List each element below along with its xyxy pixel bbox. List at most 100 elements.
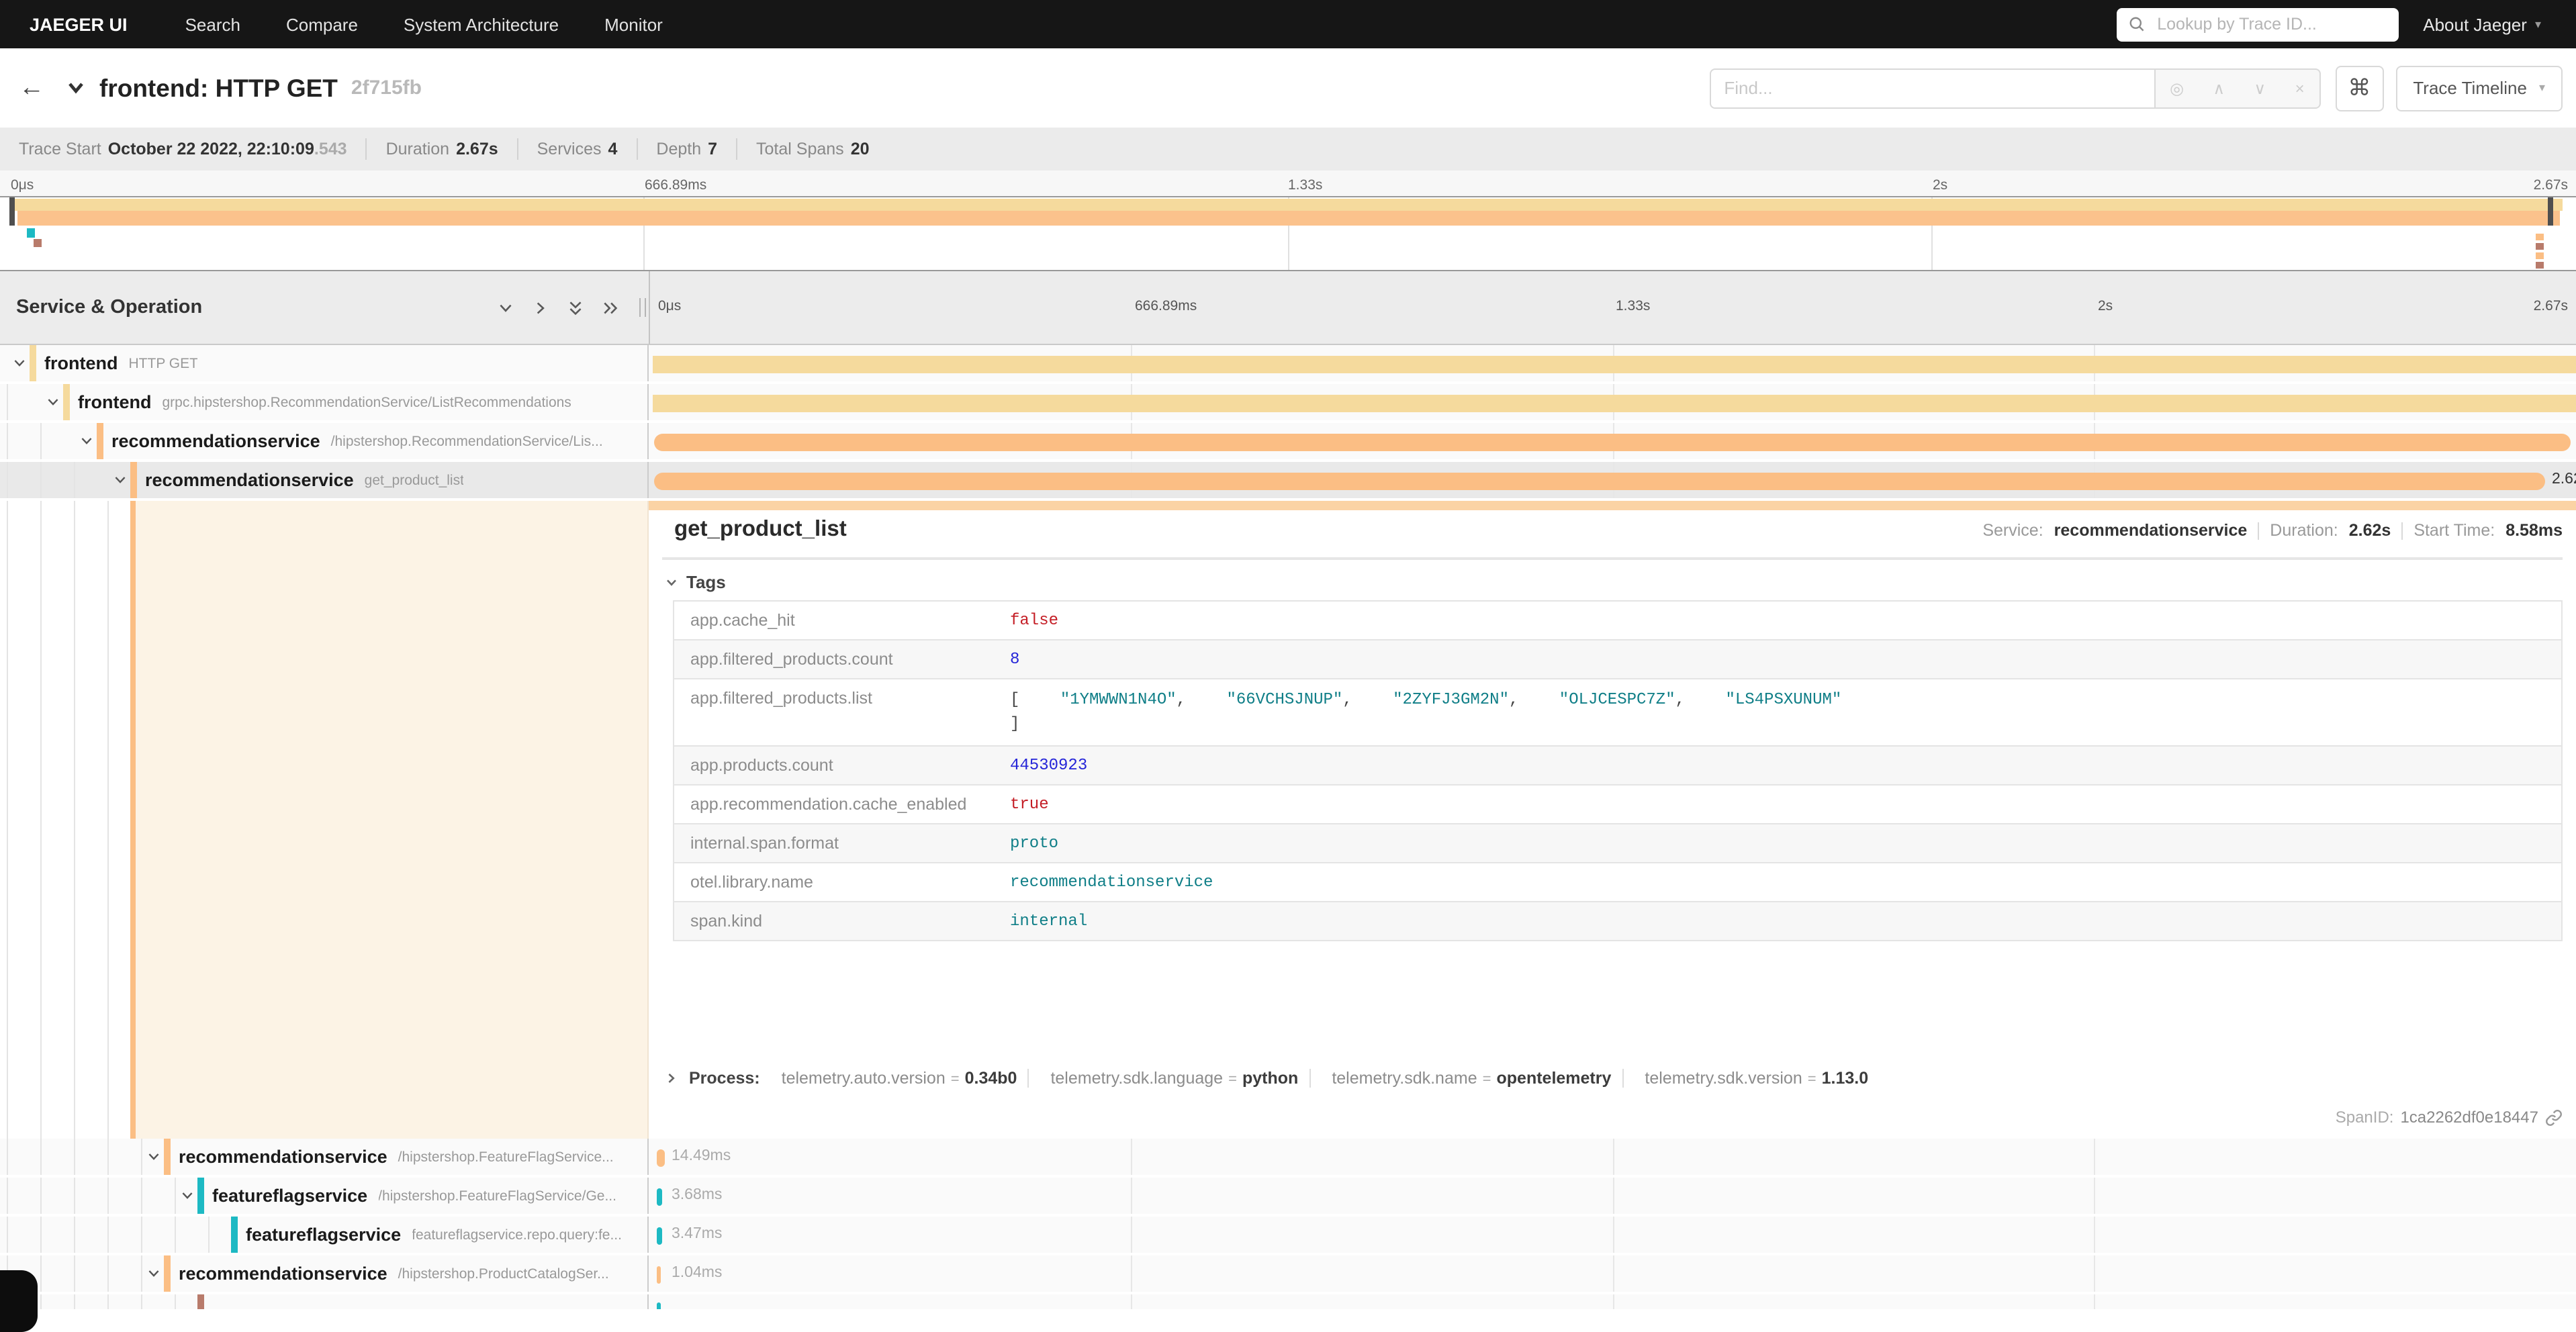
process-tag: telemetry.sdk.version=1.13.0 <box>1634 1069 1879 1088</box>
span-duration-label: 1.04ms <box>672 1265 722 1281</box>
span-detail-meta: Service:recommendationservice Duration:2… <box>1982 521 2563 540</box>
chevron-down-icon[interactable] <box>79 434 94 448</box>
timeline-column-headers: Service & Operation 0μs 666.89ms 1.33s 2… <box>0 271 2576 345</box>
span-row-frontend-http-get[interactable]: frontend HTTP GET <box>0 345 2576 384</box>
chevron-down-icon[interactable] <box>113 473 128 487</box>
span-duration-label: 3.47ms <box>672 1226 722 1242</box>
span-bar[interactable] <box>657 1149 665 1167</box>
span-row-featureflagservice-getflag[interactable]: featureflagservice /hipstershop.FeatureF… <box>0 1178 2576 1217</box>
minimap-left-scrubber[interactable] <box>9 197 15 226</box>
back-arrow-button[interactable]: ← <box>19 73 44 103</box>
minimap-right-scrubber[interactable] <box>2548 197 2553 226</box>
span-row-partial[interactable] <box>0 1294 2576 1309</box>
nav-item-search[interactable]: Search <box>185 14 240 34</box>
trace-services: Services4 <box>518 138 638 160</box>
trace-start: Trace StartOctober 22 2022, 22:10:09.543 <box>0 138 367 160</box>
about-jaeger-menu[interactable]: About Jaeger ▾ <box>2423 14 2541 34</box>
expand-one-icon[interactable] <box>532 299 549 316</box>
top-nav: JAEGER UI Search Compare System Architec… <box>0 0 2576 48</box>
span-bar[interactable] <box>654 434 2571 451</box>
span-bar[interactable] <box>657 1302 661 1309</box>
span-bar[interactable] <box>653 356 2576 373</box>
column-resizer-handle[interactable] <box>639 298 646 317</box>
keyboard-shortcuts-button[interactable]: ⌘ <box>2335 65 2383 111</box>
prev-result-icon[interactable]: ∧ <box>2213 79 2225 97</box>
minimap-span-bar <box>34 239 42 247</box>
trace-id-lookup-input[interactable] <box>2154 13 2387 35</box>
span-row-recommendationservice-productcatalog[interactable]: recommendationservice /hipstershop.Produ… <box>0 1255 2576 1294</box>
collapse-one-icon[interactable] <box>497 299 514 316</box>
span-detail-panel: get_product_list Service:recommendations… <box>649 501 2576 1139</box>
span-row-get-product-list[interactable]: recommendationservice get_product_list 2… <box>0 462 2576 501</box>
span-detail-accent-column <box>0 501 649 1139</box>
app-logo[interactable]: JAEGER UI <box>30 14 128 34</box>
command-icon: ⌘ <box>2348 75 2371 101</box>
find-input[interactable] <box>1709 68 2155 108</box>
span-bar[interactable] <box>653 395 2576 412</box>
chevron-down-icon[interactable] <box>180 1188 195 1203</box>
span-bar[interactable] <box>657 1266 661 1284</box>
span-bar[interactable] <box>657 1227 662 1245</box>
nav-item-monitor[interactable]: Monitor <box>604 14 663 34</box>
timeline-ruler: 0μs 666.89ms 1.33s 2s 2.67s <box>650 271 2576 344</box>
span-detail-row: get_product_list Service:recommendations… <box>0 501 2576 1139</box>
trace-minimap[interactable] <box>0 196 2576 271</box>
jaeger-trace-page: JAEGER UI Search Compare System Architec… <box>0 0 2576 1308</box>
nav-item-compare[interactable]: Compare <box>286 14 358 34</box>
chevron-right-icon <box>665 1072 678 1085</box>
trace-summary-bar: Trace StartOctober 22 2022, 22:10:09.543… <box>0 128 2576 171</box>
process-tag: telemetry.sdk.language=python <box>1040 1069 1310 1088</box>
minimap-span-bar <box>27 228 35 238</box>
process-tag: telemetry.sdk.name=opentelemetry <box>1321 1069 1623 1088</box>
clear-find-icon[interactable]: × <box>2295 79 2305 97</box>
tag-row: app.products.count 44530923 <box>674 747 2561 786</box>
tags-section-toggle[interactable]: Tags <box>665 572 726 592</box>
process-section-toggle[interactable]: Process: telemetry.auto.version=0.34b0 t… <box>665 1069 1879 1088</box>
tag-row: app.cache_hit false <box>674 602 2561 640</box>
span-row-recommendationservice-listrec[interactable]: recommendationservice /hipstershop.Recom… <box>0 423 2576 462</box>
tags-table: app.cache_hit false app.filtered_product… <box>673 600 2563 941</box>
link-icon[interactable] <box>2545 1108 2563 1126</box>
minimap-span-bar <box>13 199 2563 211</box>
scroll-to-top-button[interactable] <box>0 1270 38 1332</box>
search-icon <box>2129 16 2145 32</box>
minimap-span-bar <box>17 211 2560 226</box>
tag-row: app.filtered_products.list [ 1YMWWN1N4O … <box>674 679 2561 747</box>
process-tag: telemetry.auto.version=0.34b0 <box>771 1069 1029 1088</box>
chevron-down-icon: ▾ <box>2535 17 2541 32</box>
span-detail-ghost-bar <box>649 501 2576 510</box>
minimap-span-bar <box>2536 234 2544 240</box>
locate-icon[interactable]: ◎ <box>2170 79 2184 97</box>
collapse-all-icon[interactable] <box>567 299 584 316</box>
span-row-frontend-listrecommendations[interactable]: frontend grpc.hipstershop.Recommendation… <box>0 384 2576 423</box>
span-row-featureflagservice-repo-query[interactable]: featureflagservice featureflagservice.re… <box>0 1217 2576 1255</box>
tag-row: app.filtered_products.count 8 <box>674 640 2561 679</box>
span-bar[interactable] <box>657 1188 662 1206</box>
span-row-featureflagservice-call[interactable]: recommendationservice /hipstershop.Featu… <box>0 1139 2576 1178</box>
nav-item-system-architecture[interactable]: System Architecture <box>404 14 559 34</box>
span-detail-title: get_product_list <box>674 517 847 542</box>
span-bar[interactable] <box>654 473 2545 490</box>
tag-row: span.kind internal <box>674 902 2561 940</box>
minimap-span-bar <box>2536 252 2544 259</box>
next-result-icon[interactable]: ∨ <box>2254 79 2266 97</box>
chevron-down-icon[interactable] <box>12 356 27 371</box>
collapse-trace-chevron-icon[interactable] <box>66 78 86 98</box>
trace-header: ← frontend: HTTP GET 2f715fb ◎ ∧ ∨ × ⌘ T… <box>0 48 2576 128</box>
minimap-span-bar <box>2536 262 2544 269</box>
service-operation-header: Service & Operation <box>0 271 650 344</box>
minimap-span-bar <box>2536 243 2544 250</box>
span-duration-label: 14.49ms <box>672 1148 731 1164</box>
trace-id-lookup[interactable] <box>2117 7 2399 41</box>
minimap-tick-labels: 0μs 666.89ms 1.33s 2s 2.67s <box>0 171 2576 196</box>
expand-all-icon[interactable] <box>602 299 619 316</box>
chevron-down-icon <box>665 575 678 589</box>
tag-row: internal.span.format proto <box>674 824 2561 863</box>
chevron-down-icon[interactable] <box>146 1149 161 1164</box>
trace-title: frontend: HTTP GET <box>99 73 338 103</box>
span-duration-label: 2.62s <box>2552 471 2576 487</box>
chevron-down-icon[interactable] <box>146 1266 161 1281</box>
chevron-down-icon[interactable] <box>46 395 60 410</box>
view-mode-select[interactable]: Trace Timeline ▾ <box>2395 65 2563 111</box>
trace-depth: Depth7 <box>637 138 737 160</box>
